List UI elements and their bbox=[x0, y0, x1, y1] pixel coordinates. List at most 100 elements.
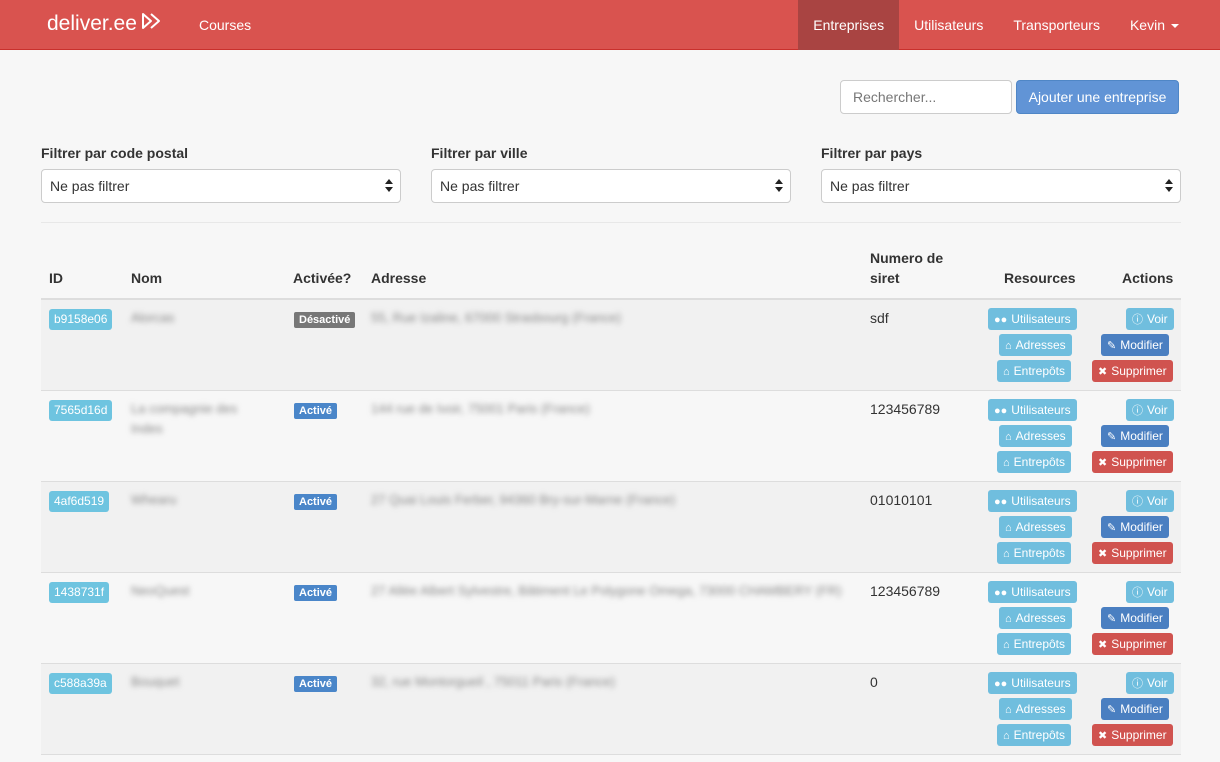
select-arrows-icon bbox=[1165, 178, 1173, 194]
city-select[interactable]: Ne pas filtrer bbox=[431, 169, 791, 203]
edit-label: Modifier bbox=[1120, 520, 1163, 534]
add-company-button[interactable]: Ajouter une entreprise bbox=[1016, 80, 1179, 114]
nav-entreprises[interactable]: Entreprises bbox=[798, 0, 900, 50]
users-icon: ●● bbox=[994, 678, 1008, 690]
delete-label: Supprimer bbox=[1111, 546, 1167, 560]
edit-button[interactable]: ✎ Modifier bbox=[1101, 334, 1169, 356]
companies-table: ID Nom Activée? Adresse Numero de siret … bbox=[41, 243, 1181, 755]
delete-button[interactable]: ✖ Supprimer bbox=[1092, 542, 1173, 564]
warehouses-button[interactable]: ⌂ Entrepôts bbox=[997, 724, 1072, 746]
edit-button[interactable]: ✎ Modifier bbox=[1101, 607, 1169, 629]
company-name: La compagnie des Indes bbox=[131, 401, 238, 436]
nav-courses[interactable]: Courses bbox=[185, 0, 265, 50]
delete-label: Supprimer bbox=[1111, 637, 1167, 651]
warehouses-button[interactable]: ⌂ Entrepôts bbox=[997, 360, 1072, 382]
user-menu[interactable]: Kevin bbox=[1115, 0, 1194, 50]
home-icon: ⌂ bbox=[1003, 639, 1010, 651]
siret-number: 123456789 bbox=[870, 583, 941, 599]
warehouses-button[interactable]: ⌂ Entrepôts bbox=[997, 542, 1072, 564]
edit-icon: ✎ bbox=[1107, 431, 1117, 443]
close-icon: ✖ bbox=[1098, 366, 1108, 378]
view-button[interactable]: ⓘ Voir bbox=[1126, 308, 1174, 330]
users-button[interactable]: ●● Utilisateurs bbox=[988, 672, 1077, 694]
company-name: Alorcas bbox=[131, 310, 175, 325]
edit-label: Modifier bbox=[1120, 429, 1163, 443]
filter-label: Filtrer par pays bbox=[821, 145, 923, 161]
warehouses-button[interactable]: ⌂ Entrepôts bbox=[997, 451, 1072, 473]
warehouses-label: Entrepôts bbox=[1013, 364, 1066, 378]
addresses-button[interactable]: ⌂ Adresses bbox=[999, 334, 1072, 356]
id-badge[interactable]: 7565d16d bbox=[49, 400, 113, 421]
siret-number: 01010101 bbox=[870, 492, 933, 508]
siret-number: 123456789 bbox=[870, 401, 941, 417]
delete-label: Supprimer bbox=[1111, 455, 1167, 469]
table-row: 7565d16d La compagnie des Indes Activé 144 … bbox=[41, 391, 1181, 482]
status-badge: Désactivé bbox=[294, 312, 356, 328]
id-badge[interactable]: 4af6d519 bbox=[49, 491, 110, 512]
home-icon: ⌂ bbox=[1005, 340, 1012, 352]
search-input[interactable] bbox=[840, 80, 1012, 114]
header-nom: Nom bbox=[131, 270, 163, 286]
divider bbox=[41, 222, 1181, 223]
siret-number: sdf bbox=[870, 310, 889, 326]
filter-label: Filtrer par code postal bbox=[41, 145, 189, 161]
edit-button[interactable]: ✎ Modifier bbox=[1101, 425, 1169, 447]
company-address: 55, Rue Izaline, 67000 Strasbourg (Franc… bbox=[371, 310, 622, 325]
country-select[interactable]: Ne pas filtrer bbox=[821, 169, 1181, 203]
view-button[interactable]: ⓘ Voir bbox=[1126, 490, 1174, 512]
delete-button[interactable]: ✖ Supprimer bbox=[1092, 633, 1173, 655]
addresses-button[interactable]: ⌂ Adresses bbox=[999, 698, 1072, 720]
header-siret-line1: Numero de bbox=[870, 250, 944, 266]
nav-utilisateurs[interactable]: Utilisateurs bbox=[899, 0, 998, 50]
close-icon: ✖ bbox=[1098, 457, 1108, 469]
addresses-label: Adresses bbox=[1015, 520, 1066, 534]
users-label: Utilisateurs bbox=[1011, 585, 1071, 599]
home-icon: ⌂ bbox=[1005, 613, 1012, 625]
addresses-label: Adresses bbox=[1015, 429, 1066, 443]
filter-country: Filtrer par pays Ne pas filtrer bbox=[821, 145, 1181, 203]
users-icon: ●● bbox=[994, 587, 1008, 599]
view-button[interactable]: ⓘ Voir bbox=[1126, 672, 1174, 694]
info-icon: ⓘ bbox=[1132, 496, 1143, 508]
id-badge[interactable]: c588a39a bbox=[49, 673, 112, 694]
edit-button[interactable]: ✎ Modifier bbox=[1101, 698, 1169, 720]
edit-label: Modifier bbox=[1120, 338, 1163, 352]
table-row: 1438731f NeoQuest Activé 27 Allée Albert Sy… bbox=[41, 573, 1181, 664]
view-button[interactable]: ⓘ Voir bbox=[1126, 399, 1174, 421]
users-label: Utilisateurs bbox=[1011, 403, 1071, 417]
delete-button[interactable]: ✖ Supprimer bbox=[1092, 451, 1173, 473]
users-button[interactable]: ●● Utilisateurs bbox=[988, 490, 1077, 512]
addresses-button[interactable]: ⌂ Adresses bbox=[999, 607, 1072, 629]
postal-code-select[interactable]: Ne pas filtrer bbox=[41, 169, 401, 203]
delete-label: Supprimer bbox=[1111, 728, 1167, 742]
home-icon: ⌂ bbox=[1005, 431, 1012, 443]
warehouses-button[interactable]: ⌂ Entrepôts bbox=[997, 633, 1072, 655]
users-button[interactable]: ●● Utilisateurs bbox=[988, 399, 1077, 421]
nav-transporteurs[interactable]: Transporteurs bbox=[998, 0, 1115, 50]
view-button[interactable]: ⓘ Voir bbox=[1126, 581, 1174, 603]
id-badge[interactable]: 1438731f bbox=[49, 582, 110, 603]
warehouses-label: Entrepôts bbox=[1013, 455, 1066, 469]
edit-button[interactable]: ✎ Modifier bbox=[1101, 516, 1169, 538]
addresses-button[interactable]: ⌂ Adresses bbox=[999, 516, 1072, 538]
id-badge[interactable]: b9158e06 bbox=[49, 309, 113, 330]
brand-logo[interactable]: deliver.ee bbox=[47, 12, 163, 36]
company-name: NeoQuest bbox=[131, 583, 190, 598]
users-button[interactable]: ●● Utilisateurs bbox=[988, 308, 1077, 330]
table-row: 4af6d519 Whearu Activé 27 Quai Louis Ferber… bbox=[41, 482, 1181, 573]
select-arrows-icon bbox=[385, 178, 393, 194]
users-label: Utilisateurs bbox=[1011, 676, 1071, 690]
edit-icon: ✎ bbox=[1107, 340, 1117, 352]
delete-button[interactable]: ✖ Supprimer bbox=[1092, 360, 1173, 382]
view-label: Voir bbox=[1147, 676, 1168, 690]
addresses-label: Adresses bbox=[1015, 702, 1066, 716]
view-label: Voir bbox=[1147, 403, 1168, 417]
addresses-button[interactable]: ⌂ Adresses bbox=[999, 425, 1072, 447]
users-button[interactable]: ●● Utilisateurs bbox=[988, 581, 1077, 603]
delete-button[interactable]: ✖ Supprimer bbox=[1092, 724, 1173, 746]
home-icon: ⌂ bbox=[1003, 730, 1010, 742]
home-icon: ⌂ bbox=[1003, 548, 1010, 560]
select-arrows-icon bbox=[775, 178, 783, 194]
play-arrows-icon bbox=[141, 12, 163, 36]
caret-down-icon bbox=[1171, 24, 1179, 29]
